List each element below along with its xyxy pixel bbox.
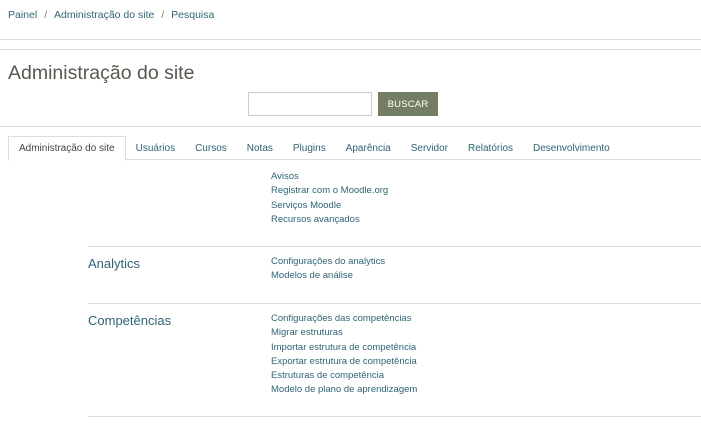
breadcrumb: Painel / Administração do site / Pesquis… xyxy=(8,8,214,22)
competencias-links: Configurações das competências Migrar es… xyxy=(271,312,417,398)
general-links: Avisos Registrar com o Moodle.org Serviç… xyxy=(271,170,388,227)
section-title-analytics[interactable]: Analytics xyxy=(88,256,140,271)
search-button[interactable]: BUSCAR xyxy=(378,92,438,116)
admin-tabs: Administração do site Usuários Cursos No… xyxy=(8,136,620,161)
link-servicos-moodle[interactable]: Serviços Moodle xyxy=(271,199,388,213)
breadcrumb-item-administracao[interactable]: Administração do site xyxy=(54,9,154,21)
link-registrar-moodle[interactable]: Registrar com o Moodle.org xyxy=(271,184,388,198)
analytics-links: Configurações do analytics Modelos de an… xyxy=(271,255,385,284)
link-configuracoes-competencias[interactable]: Configurações das competências xyxy=(271,312,417,326)
section-divider xyxy=(88,303,701,304)
section-title-competencias[interactable]: Competências xyxy=(88,313,171,328)
link-modelos-analise[interactable]: Modelos de análise xyxy=(271,269,385,283)
header-divider xyxy=(0,49,701,50)
tab-desenvolvimento[interactable]: Desenvolvimento xyxy=(523,136,620,160)
search-divider xyxy=(0,126,701,127)
section-divider xyxy=(88,416,701,417)
link-avisos[interactable]: Avisos xyxy=(271,170,388,184)
tab-usuarios[interactable]: Usuários xyxy=(126,136,185,160)
breadcrumb-separator: / xyxy=(161,9,165,21)
link-exportar-estrutura[interactable]: Exportar estrutura de competência xyxy=(271,355,417,369)
page-title: Administração do site xyxy=(8,62,195,84)
breadcrumb-item-pesquisa[interactable]: Pesquisa xyxy=(171,9,214,21)
tab-cursos[interactable]: Cursos xyxy=(185,136,237,160)
tab-aparencia[interactable]: Aparência xyxy=(336,136,401,160)
link-modelo-plano-aprendizagem[interactable]: Modelo de plano de aprendizagem xyxy=(271,383,417,397)
breadcrumb-separator: / xyxy=(44,9,47,21)
tab-relatorios[interactable]: Relatórios xyxy=(458,136,523,160)
link-importar-estrutura[interactable]: Importar estrutura de competência xyxy=(271,341,417,355)
link-estruturas-competencia[interactable]: Estruturas de competência xyxy=(271,369,417,383)
tab-servidor[interactable]: Servidor xyxy=(401,136,458,160)
link-migrar-estruturas[interactable]: Migrar estruturas xyxy=(271,326,417,340)
search-input[interactable] xyxy=(248,92,372,116)
link-recursos-avancados[interactable]: Recursos avançados xyxy=(271,213,388,227)
tab-notas[interactable]: Notas xyxy=(237,136,283,160)
link-configuracoes-analytics[interactable]: Configurações do analytics xyxy=(271,255,385,269)
header-divider xyxy=(0,39,701,40)
breadcrumb-item-painel[interactable]: Painel xyxy=(8,9,37,21)
tab-plugins[interactable]: Plugins xyxy=(283,136,336,160)
section-divider xyxy=(88,246,701,247)
tab-administracao-do-site[interactable]: Administração do site xyxy=(8,136,126,161)
